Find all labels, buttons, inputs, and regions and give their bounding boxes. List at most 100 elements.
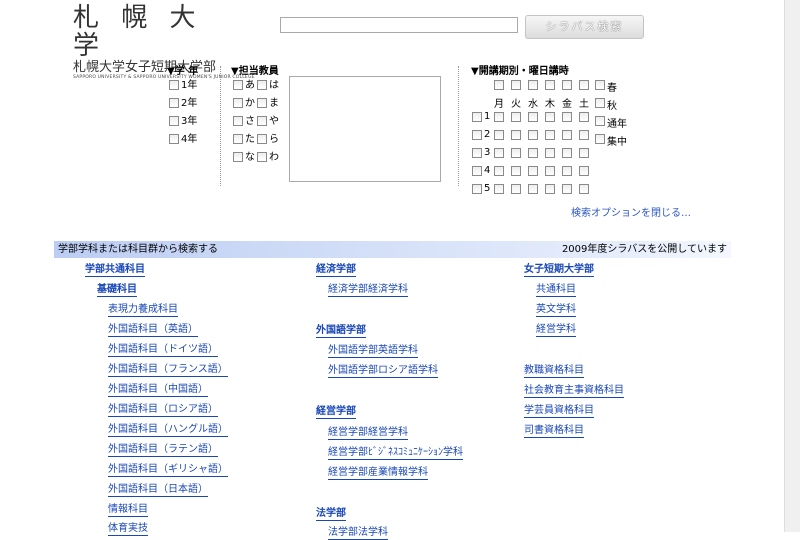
checkbox[interactable]: [169, 98, 179, 108]
checkbox[interactable]: [233, 116, 243, 126]
link-department[interactable]: 法学部法学科: [328, 526, 388, 540]
checkbox[interactable]: [257, 80, 267, 90]
link-faculty-business[interactable]: 経営学部: [316, 405, 356, 419]
checkbox[interactable]: [233, 80, 243, 90]
grade-option-2[interactable]: 2年: [169, 98, 197, 110]
term-checkbox[interactable]: [595, 116, 605, 126]
link-department[interactable]: 外国語学部英語学科: [328, 344, 418, 358]
link-course[interactable]: 外国語科目（ドイツ語）: [108, 343, 218, 357]
link-course[interactable]: 体育実技: [108, 522, 148, 536]
slot-checkbox[interactable]: [528, 130, 538, 140]
slot-checkbox[interactable]: [579, 166, 589, 176]
period-checkbox[interactable]: [472, 112, 482, 122]
grade-option-1[interactable]: 1年: [169, 80, 197, 92]
day-checkbox[interactable]: [579, 80, 589, 90]
syllabus-search-button[interactable]: シラバス検索: [525, 15, 644, 39]
slot-checkbox[interactable]: [579, 112, 589, 122]
link-course[interactable]: 外国語科目（ハングル語）: [108, 423, 228, 437]
link-course[interactable]: 外国語科目（英語）: [108, 323, 198, 337]
slot-checkbox[interactable]: [494, 184, 504, 194]
slot-checkbox[interactable]: [511, 112, 521, 122]
slot-checkbox[interactable]: [528, 112, 538, 122]
link-course[interactable]: 表現力養成科目: [108, 303, 178, 317]
slot-checkbox[interactable]: [579, 130, 589, 140]
slot-checkbox[interactable]: [562, 166, 572, 176]
checkbox[interactable]: [169, 116, 179, 126]
link-course[interactable]: 外国語科目（ラテン語）: [108, 443, 218, 457]
checkbox[interactable]: [169, 80, 179, 90]
slot-checkbox[interactable]: [545, 148, 555, 158]
link-faculty-law[interactable]: 法学部: [316, 507, 346, 521]
link-department[interactable]: 英文学科: [536, 303, 576, 317]
close-options-link[interactable]: 検索オプションを閉じる…: [571, 204, 691, 219]
slot-checkbox[interactable]: [511, 148, 521, 158]
slot-checkbox[interactable]: [494, 166, 504, 176]
slot-checkbox[interactable]: [545, 130, 555, 140]
slot-checkbox[interactable]: [494, 148, 504, 158]
link-basic-subjects[interactable]: 基礎科目: [97, 283, 137, 297]
link-department[interactable]: 経済学部経済学科: [328, 283, 408, 297]
slot-checkbox[interactable]: [545, 184, 555, 194]
term-checkbox[interactable]: [595, 98, 605, 108]
teacher-list-box[interactable]: [289, 76, 441, 182]
period-checkbox[interactable]: [472, 166, 482, 176]
link-qualification[interactable]: 社会教育主事資格科目: [524, 384, 624, 398]
link-course[interactable]: 外国語科目（ロシア語）: [108, 403, 218, 417]
link-department[interactable]: 経営学科: [536, 323, 576, 337]
slot-checkbox[interactable]: [545, 166, 555, 176]
slot-checkbox[interactable]: [579, 184, 589, 194]
link-course[interactable]: 外国語科目（日本語）: [108, 483, 208, 497]
link-qualification[interactable]: 教職資格科目: [524, 364, 584, 378]
link-department[interactable]: 経営学部産業情報学科: [328, 466, 428, 480]
period-checkbox[interactable]: [472, 148, 482, 158]
day-checkbox[interactable]: [545, 80, 555, 90]
link-faculty-economics[interactable]: 経済学部: [316, 263, 356, 277]
checkbox[interactable]: [233, 152, 243, 162]
grade-option-4[interactable]: 4年: [169, 134, 197, 146]
day-checkbox[interactable]: [511, 80, 521, 90]
day-checkbox[interactable]: [494, 80, 504, 90]
checkbox[interactable]: [233, 134, 243, 144]
checkbox[interactable]: [257, 134, 267, 144]
slot-checkbox[interactable]: [528, 166, 538, 176]
slot-checkbox[interactable]: [511, 184, 521, 194]
slot-checkbox[interactable]: [579, 148, 589, 158]
period-checkbox[interactable]: [472, 130, 482, 140]
link-course[interactable]: 情報科目: [108, 503, 148, 517]
grade-option-3[interactable]: 3年: [169, 116, 197, 128]
slot-checkbox[interactable]: [511, 166, 521, 176]
link-qualification[interactable]: 司書資格科目: [524, 424, 584, 438]
link-department[interactable]: 経営学部ﾋﾞｼﾞﾈｽｺﾐｭﾆｹｰｼｮﾝ学科: [328, 446, 463, 460]
slot-checkbox[interactable]: [511, 130, 521, 140]
vertical-scrollbar[interactable]: [784, 0, 800, 532]
link-junior-college[interactable]: 女子短期大学部: [524, 263, 594, 277]
period-checkbox[interactable]: [472, 184, 482, 194]
link-department[interactable]: 経営学部経営学科: [328, 426, 408, 440]
slot-checkbox[interactable]: [528, 184, 538, 194]
slot-checkbox[interactable]: [562, 130, 572, 140]
link-course[interactable]: 外国語科目（ギリシャ語）: [108, 463, 228, 477]
link-common-subjects[interactable]: 学部共通科目: [85, 263, 145, 277]
link-qualification[interactable]: 学芸員資格科目: [524, 404, 594, 418]
slot-checkbox[interactable]: [545, 112, 555, 122]
checkbox[interactable]: [169, 134, 179, 144]
slot-checkbox[interactable]: [528, 148, 538, 158]
checkbox[interactable]: [257, 152, 267, 162]
checkbox[interactable]: [257, 116, 267, 126]
link-faculty-foreign-languages[interactable]: 外国語学部: [316, 324, 366, 338]
slot-checkbox[interactable]: [562, 148, 572, 158]
search-input[interactable]: [280, 17, 518, 33]
day-checkbox[interactable]: [562, 80, 572, 90]
slot-checkbox[interactable]: [562, 112, 572, 122]
link-department[interactable]: 共通科目: [536, 283, 576, 297]
slot-checkbox[interactable]: [494, 130, 504, 140]
day-checkbox[interactable]: [528, 80, 538, 90]
checkbox[interactable]: [257, 98, 267, 108]
term-checkbox[interactable]: [595, 80, 605, 90]
link-course[interactable]: 外国語科目（フランス語）: [108, 363, 228, 377]
link-course[interactable]: 外国語科目（中国語）: [108, 383, 208, 397]
slot-checkbox[interactable]: [562, 184, 572, 194]
link-department[interactable]: 外国語学部ロシア語学科: [328, 364, 438, 378]
term-checkbox[interactable]: [595, 134, 605, 144]
checkbox[interactable]: [233, 98, 243, 108]
